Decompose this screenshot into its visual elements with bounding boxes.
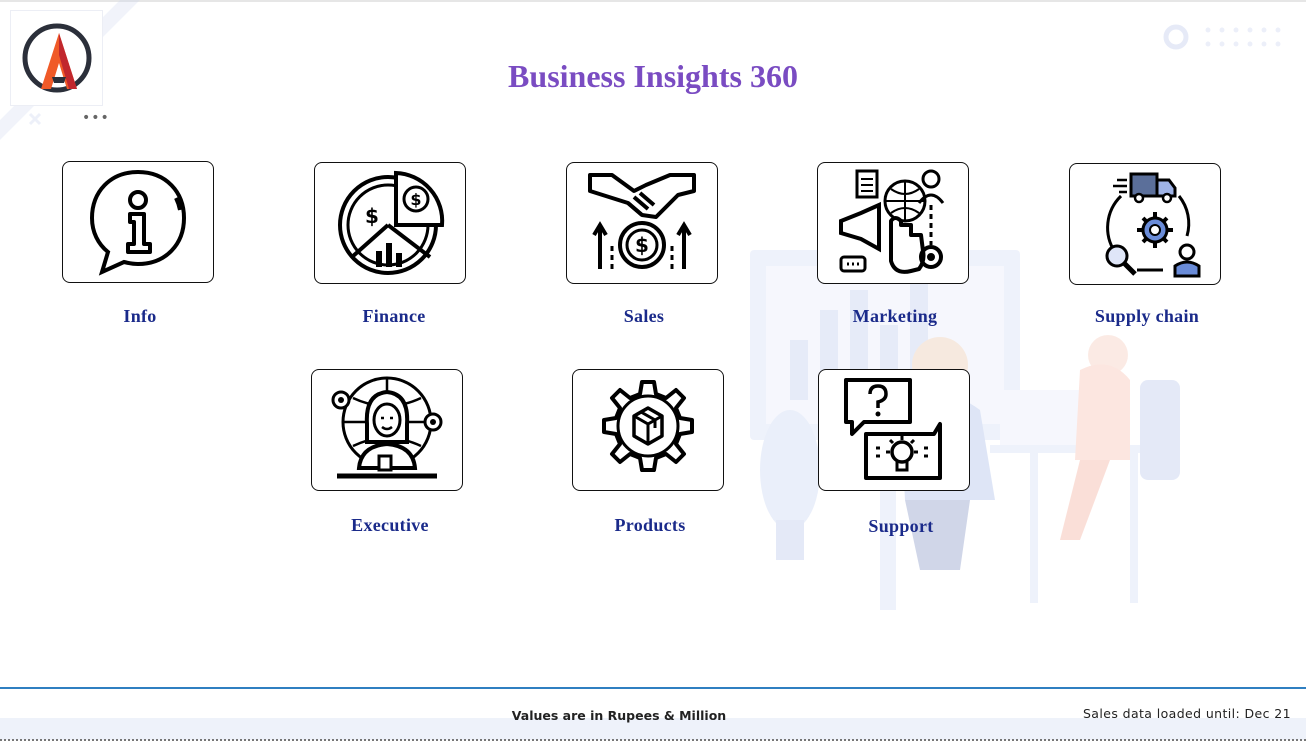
tile-sales[interactable]: $ — [566, 162, 718, 284]
tile-label-sales[interactable]: Sales — [544, 306, 744, 327]
tile-products[interactable] — [572, 369, 724, 491]
tile-label-supply-chain[interactable]: Supply chain — [1047, 306, 1247, 327]
info-speech-bubble-icon — [89, 169, 187, 276]
tile-label-info[interactable]: Info — [40, 306, 240, 327]
tile-info[interactable] — [62, 161, 214, 283]
executive-person-icon — [331, 376, 443, 479]
tile-label-support[interactable]: Support — [801, 516, 1001, 537]
top-border — [0, 0, 1306, 2]
more-options-icon[interactable]: ••• — [82, 110, 110, 126]
tile-executive[interactable] — [311, 369, 463, 491]
marketing-megaphone-icon — [839, 169, 945, 274]
svg-text:$: $ — [410, 190, 421, 209]
footer-dotted-border — [0, 739, 1306, 741]
tile-finance[interactable]: $ $ — [314, 162, 466, 284]
footer-divider — [0, 687, 1306, 689]
tile-label-marketing[interactable]: Marketing — [795, 306, 995, 327]
tile-support[interactable] — [818, 369, 970, 491]
tile-label-products[interactable]: Products — [550, 515, 750, 536]
sales-handshake-icon: $ — [588, 173, 696, 269]
decorative-dots — [1163, 24, 1281, 50]
supply-chain-truck-icon — [1105, 172, 1201, 278]
tile-supply-chain[interactable] — [1069, 163, 1221, 285]
tile-label-executive[interactable]: Executive — [290, 515, 490, 536]
products-gear-box-icon — [602, 380, 694, 472]
tile-label-finance[interactable]: Finance — [294, 306, 494, 327]
support-question-bulb-icon — [844, 378, 942, 480]
footer-data-status: Sales data loaded until: Dec 21 — [1082, 706, 1291, 721]
svg-text:$: $ — [635, 233, 649, 257]
tile-marketing[interactable] — [817, 162, 969, 284]
svg-text:$: $ — [365, 204, 379, 228]
finance-pie-chart-icon: $ $ — [338, 170, 445, 275]
footer-units-note: Values are in Rupees & Million — [511, 708, 727, 723]
page-title: Business Insights 360 — [508, 58, 798, 94]
